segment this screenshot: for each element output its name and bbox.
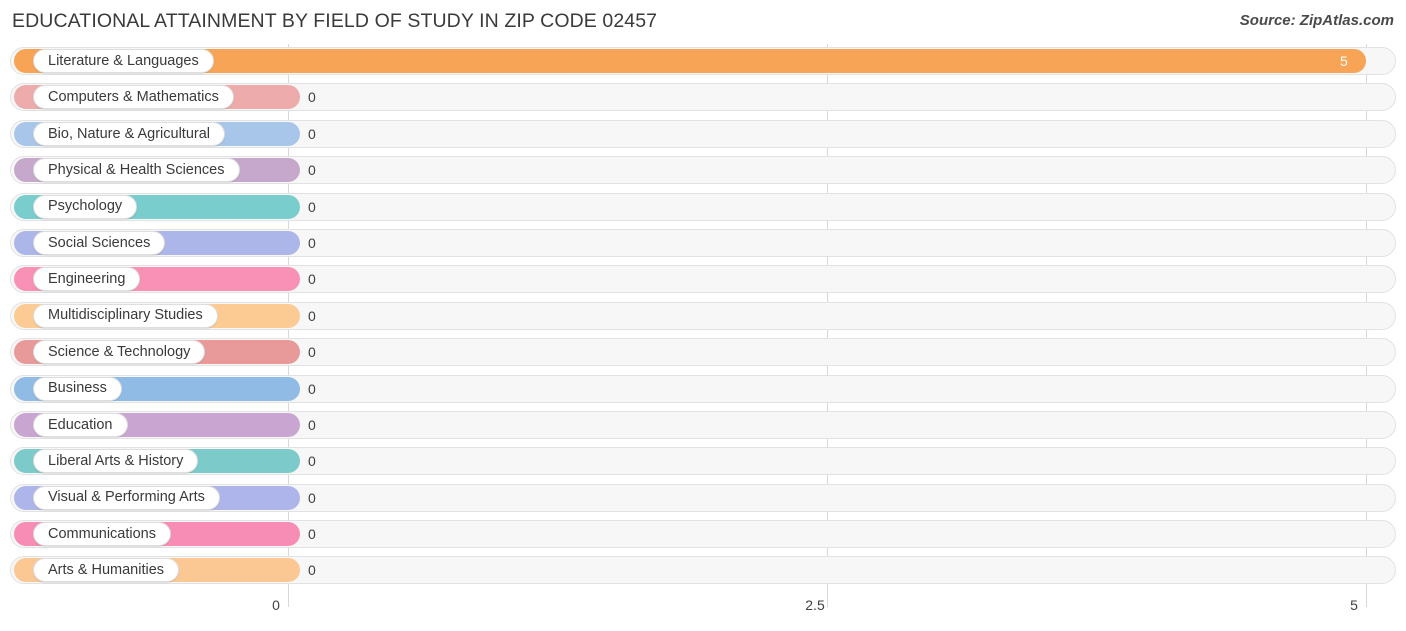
table-row[interactable]: Psychology 0 [0, 190, 1406, 226]
category-label-capsule: Physical & Health Sciences [33, 158, 240, 183]
category-label-capsule: Social Sciences [33, 230, 166, 255]
category-label-capsule: Science & Technology [33, 340, 206, 365]
source-attribution: Source: ZipAtlas.com [1239, 12, 1394, 29]
bar-value-label: 5 [1340, 53, 1348, 69]
chart-plot-area: Literature & Languages 5 Computers & Mathe… [0, 44, 1406, 593]
table-row[interactable]: Communications 0 [0, 517, 1406, 553]
bar-value-label: 0 [308, 489, 316, 506]
page-title: EDUCATIONAL ATTAINMENT BY FIELD OF STUDY… [12, 10, 658, 32]
bar-value-label: 0 [308, 380, 316, 397]
bar-value-label: 0 [308, 125, 316, 142]
axis-tick-label: 0 [272, 597, 280, 613]
category-label: Literature & Languages [48, 52, 199, 69]
x-axis: 0 2.5 5 [0, 593, 1406, 631]
category-label: Social Sciences [48, 234, 151, 251]
table-row[interactable]: Multidisciplinary Studies 0 [0, 299, 1406, 335]
bar[interactable] [14, 49, 1366, 73]
table-row[interactable]: Business 0 [0, 372, 1406, 408]
category-label-capsule: Liberal Arts & History [33, 449, 199, 474]
category-label: Visual & Performing Arts [48, 489, 205, 506]
category-label-capsule: Multidisciplinary Studies [33, 303, 218, 328]
table-row[interactable]: Literature & Languages 5 [0, 44, 1406, 80]
category-label: Business [48, 380, 107, 397]
category-label: Physical & Health Sciences [48, 161, 225, 178]
table-row[interactable]: Visual & Performing Arts 0 [0, 481, 1406, 517]
axis-tick [288, 593, 289, 607]
bar-value-label: 0 [308, 526, 316, 543]
bar-value-label: 0 [308, 562, 316, 579]
category-label: Multidisciplinary Studies [48, 307, 203, 324]
category-label-capsule: Communications [33, 522, 171, 547]
bar-value-label: 0 [308, 453, 316, 470]
bar-value-label: 0 [308, 271, 316, 288]
table-row[interactable]: Liberal Arts & History 0 [0, 444, 1406, 480]
table-row[interactable]: Science & Technology 0 [0, 335, 1406, 371]
table-row[interactable]: Physical & Health Sciences 0 [0, 153, 1406, 189]
axis-tick [1366, 593, 1367, 607]
category-label-capsule: Computers & Mathematics [33, 85, 234, 110]
category-label-capsule: Bio, Nature & Agricultural [33, 121, 225, 146]
table-row[interactable]: Computers & Mathematics 0 [0, 80, 1406, 116]
category-label: Science & Technology [48, 343, 191, 360]
bar-value-label: 0 [308, 89, 316, 106]
category-label: Bio, Nature & Agricultural [48, 125, 210, 142]
category-label: Arts & Humanities [48, 562, 165, 579]
axis-tick [827, 593, 828, 607]
axis-tick-label: 5 [1350, 597, 1358, 613]
category-label: Engineering [48, 271, 126, 288]
table-row[interactable]: Bio, Nature & Agricultural 0 [0, 117, 1406, 153]
chart-header: EDUCATIONAL ATTAINMENT BY FIELD OF STUDY… [0, 0, 1406, 44]
bar-value-label: 0 [308, 162, 316, 179]
category-label: Communications [48, 525, 156, 542]
category-label: Liberal Arts & History [48, 453, 184, 470]
category-label-capsule: Literature & Languages [33, 49, 214, 73]
table-row[interactable]: Arts & Humanities 0 [0, 553, 1406, 589]
bar-value-label: 0 [308, 307, 316, 324]
table-row[interactable]: Social Sciences 0 [0, 226, 1406, 262]
category-label-capsule: Education [33, 412, 128, 437]
bar-value-label: 0 [308, 344, 316, 361]
table-row[interactable]: Engineering 0 [0, 262, 1406, 298]
table-row[interactable]: Education 0 [0, 408, 1406, 444]
axis-tick-label: 2.5 [805, 597, 825, 613]
category-label: Psychology [48, 198, 123, 215]
bar-rows: Literature & Languages 5 Computers & Mathe… [0, 44, 1406, 590]
category-label-capsule: Visual & Performing Arts [33, 485, 220, 510]
category-label: Education [48, 416, 113, 433]
category-label-capsule: Arts & Humanities [33, 558, 180, 583]
category-label-capsule: Business [33, 376, 122, 401]
bar-value-label: 0 [308, 198, 316, 215]
category-label: Computers & Mathematics [48, 89, 219, 106]
bar-value-label: 0 [308, 234, 316, 251]
bar-value-label: 0 [308, 416, 316, 433]
category-label-capsule: Psychology [33, 194, 138, 219]
category-label-capsule: Engineering [33, 267, 141, 292]
